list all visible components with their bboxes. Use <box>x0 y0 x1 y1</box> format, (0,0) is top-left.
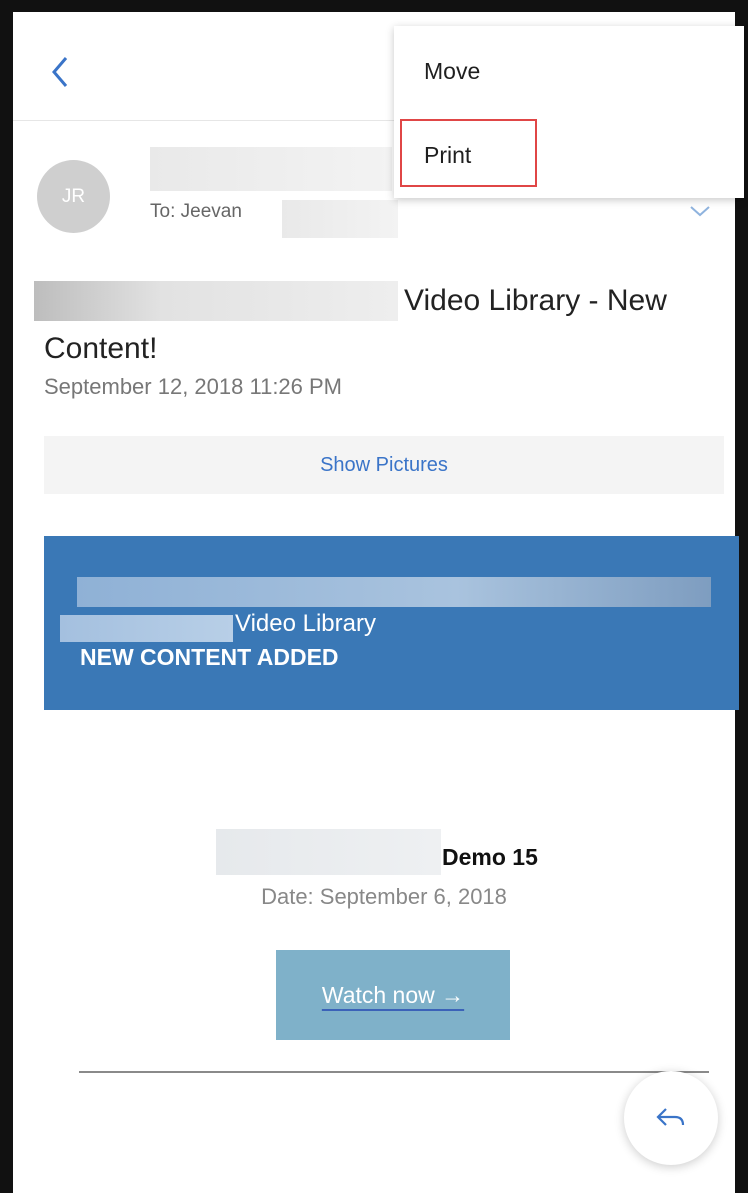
content-divider <box>79 1071 709 1073</box>
redacted-banner-line <box>77 577 711 607</box>
menu-item-move[interactable]: Move <box>424 58 480 85</box>
menu-item-print[interactable]: Print <box>424 142 471 169</box>
redacted-item-prefix <box>216 829 441 875</box>
redacted-recipient <box>282 200 398 238</box>
redacted-sender-name <box>150 147 392 191</box>
watch-now-label: Watch now → <box>321 981 465 1008</box>
item-date: Date: September 6, 2018 <box>261 884 507 909</box>
email-date: September 12, 2018 11:26 PM <box>44 374 343 399</box>
reply-button[interactable] <box>624 1071 718 1165</box>
banner-headline: NEW CONTENT ADDED <box>80 644 339 670</box>
item-title: Demo 15 <box>442 844 538 870</box>
recipient-line: To: Jeevan <box>150 201 242 222</box>
email-banner: Video Library NEW CONTENT ADDED <box>44 536 739 710</box>
redacted-subject-prefix <box>34 281 398 321</box>
redacted-banner-prefix <box>60 615 233 642</box>
overflow-menu: Move Print <box>394 26 744 198</box>
email-subject: Video Library - New <box>404 284 667 317</box>
show-pictures-button[interactable]: Show Pictures <box>44 436 724 494</box>
back-chevron-icon[interactable] <box>46 52 76 92</box>
sender-avatar: JR <box>37 160 110 233</box>
chevron-down-icon[interactable] <box>688 202 712 220</box>
banner-library-title: Video Library <box>235 610 376 637</box>
reply-icon <box>656 1108 685 1126</box>
email-subject-continued: Content! <box>44 332 158 365</box>
watch-now-button[interactable]: Watch now → <box>276 950 510 1040</box>
